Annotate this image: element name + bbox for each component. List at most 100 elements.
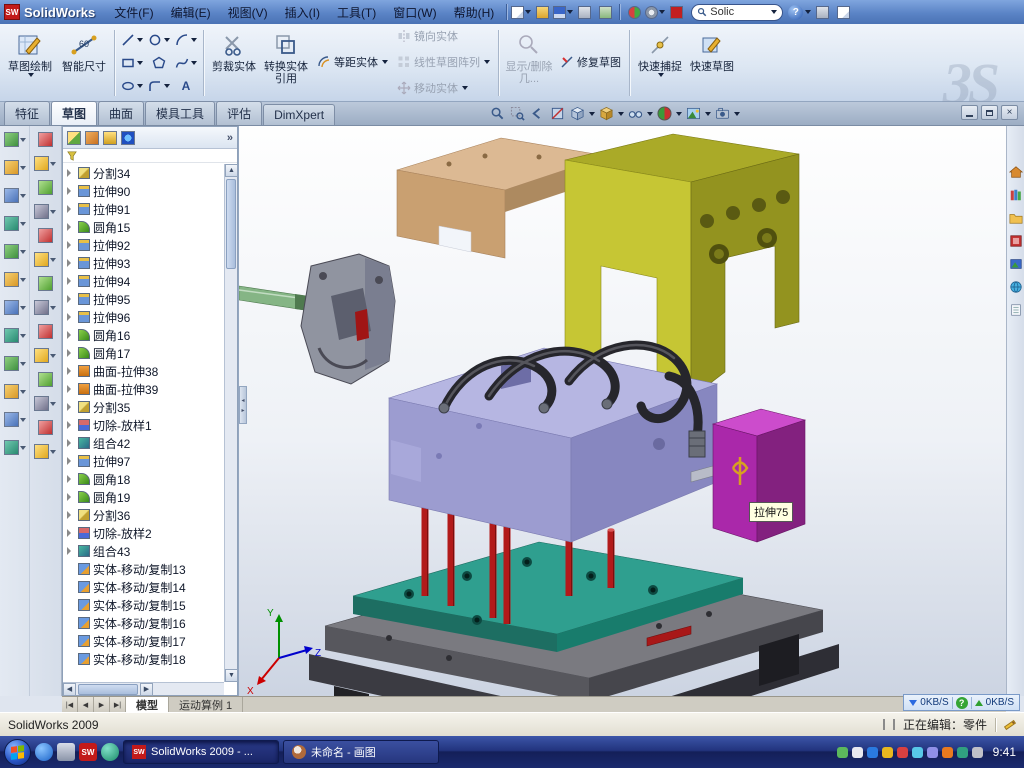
print-button[interactable]: [574, 2, 594, 22]
menu-item-window[interactable]: 窗口(W): [385, 1, 444, 24]
expand-arrow-icon[interactable]: [67, 259, 75, 267]
tree-item[interactable]: 组合43: [63, 542, 224, 560]
tray-icon[interactable]: [972, 747, 983, 758]
tray-icon[interactable]: [957, 747, 968, 758]
linear-sketch-pattern-button[interactable]: 线性草图阵列: [392, 51, 494, 73]
expand-arrow-icon[interactable]: [67, 295, 75, 303]
tray-icon[interactable]: [897, 747, 908, 758]
tab-surfaces[interactable]: 曲面: [98, 101, 144, 125]
solidworks-resources-icon[interactable]: [1008, 164, 1023, 179]
expand-arrow-icon[interactable]: [67, 349, 75, 357]
tree-item[interactable]: 拉伸95: [63, 290, 224, 308]
tray-icon[interactable]: [927, 747, 938, 758]
tray-icon[interactable]: [882, 747, 893, 758]
tree-item[interactable]: 拉伸96: [63, 308, 224, 326]
toolbar-options-button[interactable]: [833, 2, 853, 22]
quick-launch-browser-icon[interactable]: [35, 743, 53, 761]
tree-item[interactable]: 分割35: [63, 398, 224, 416]
undo-button[interactable]: [595, 2, 615, 22]
left-tool-button[interactable]: [4, 160, 26, 175]
sketch-fillet-button[interactable]: [146, 75, 172, 97]
panel-chevron-icon[interactable]: »: [227, 132, 233, 144]
tree-item[interactable]: 圆角19: [63, 488, 224, 506]
expand-arrow-icon[interactable]: [67, 421, 75, 429]
graphics-viewport[interactable]: Y Z X 拉伸75 ◂▸: [238, 126, 1006, 696]
expand-arrow-icon[interactable]: [67, 403, 75, 411]
menu-item-edit[interactable]: 编辑(E): [163, 1, 219, 24]
left-tool-button[interactable]: [38, 132, 53, 147]
minimize-icon[interactable]: [961, 105, 978, 120]
last-tab-button[interactable]: ▶|: [110, 697, 126, 712]
tree-item[interactable]: 实体-移动/复制17: [63, 632, 224, 650]
help-icon[interactable]: ?: [956, 697, 968, 709]
tree-vertical-scrollbar[interactable]: ▲ ▼: [224, 164, 237, 682]
panel-splitter[interactable]: ◂▸: [239, 386, 247, 424]
left-tool-button[interactable]: [34, 300, 56, 315]
search-input[interactable]: Solic: [710, 6, 734, 18]
chevron-down-icon[interactable]: [647, 112, 653, 116]
left-tool-button[interactable]: [4, 244, 26, 259]
left-tool-button[interactable]: [4, 188, 26, 203]
display-style-icon[interactable]: [597, 105, 615, 123]
filter-icon[interactable]: [67, 151, 77, 161]
left-tool-button[interactable]: [4, 384, 26, 399]
tray-icon[interactable]: [852, 747, 863, 758]
dimxpert-manager-icon[interactable]: [121, 131, 135, 145]
tree-item[interactable]: 拉伸97: [63, 452, 224, 470]
left-tool-button[interactable]: [38, 180, 53, 195]
left-tool-button[interactable]: [38, 372, 53, 387]
tree-item[interactable]: 拉伸92: [63, 236, 224, 254]
chevron-down-icon[interactable]: [734, 112, 740, 116]
tray-icon[interactable]: [942, 747, 953, 758]
tree-item[interactable]: 实体-移动/复制15: [63, 596, 224, 614]
chevron-down-icon[interactable]: [589, 112, 595, 116]
menu-item-insert[interactable]: 插入(I): [277, 1, 328, 24]
left-tool-button[interactable]: [4, 440, 26, 455]
expand-arrow-icon[interactable]: [67, 439, 75, 447]
tree-item[interactable]: 拉伸91: [63, 200, 224, 218]
model-part-magenta-block[interactable]: [713, 409, 805, 542]
tree-item[interactable]: 分割36: [63, 506, 224, 524]
scroll-right-arrow[interactable]: ▶: [140, 683, 153, 696]
tree-item[interactable]: 圆角15: [63, 218, 224, 236]
view-settings-icon[interactable]: [713, 105, 731, 123]
left-tool-button[interactable]: [38, 420, 53, 435]
left-tool-button[interactable]: [4, 356, 26, 371]
ellipse-tool-button[interactable]: [119, 75, 145, 97]
expand-arrow-icon[interactable]: [67, 313, 75, 321]
expand-arrow-icon[interactable]: [67, 547, 75, 555]
quick-launch-icon[interactable]: [101, 743, 119, 761]
tree-item[interactable]: 曲面-拉伸38: [63, 362, 224, 380]
restore-icon[interactable]: [981, 105, 998, 120]
rectangle-tool-button[interactable]: [119, 52, 145, 74]
smart-dimension-button[interactable]: 60 智能尺寸: [58, 27, 110, 97]
menu-item-help[interactable]: 帮助(H): [446, 1, 503, 24]
left-tool-button[interactable]: [34, 156, 56, 171]
expand-arrow-icon[interactable]: [67, 511, 75, 519]
polygon-tool-button[interactable]: [146, 52, 172, 74]
tab-motion-study[interactable]: 运动算例 1: [169, 697, 243, 712]
chevron-down-icon[interactable]: [676, 112, 682, 116]
scroll-left-arrow[interactable]: ◀: [63, 683, 76, 696]
fullscreen-button[interactable]: [812, 2, 832, 22]
configuration-manager-icon[interactable]: [103, 131, 117, 145]
text-tool-button[interactable]: A: [173, 75, 199, 97]
tree-item[interactable]: 切除-放样1: [63, 416, 224, 434]
expand-arrow-icon[interactable]: [67, 529, 75, 537]
previous-view-icon[interactable]: [528, 105, 546, 123]
left-tool-button[interactable]: [34, 252, 56, 267]
edit-appearance-icon[interactable]: [655, 105, 673, 123]
left-tool-button[interactable]: [4, 272, 26, 287]
tree-item[interactable]: 圆角17: [63, 344, 224, 362]
scrollbar-thumb[interactable]: [226, 179, 236, 269]
appearances-scenes-icon[interactable]: [1008, 256, 1023, 271]
expand-arrow-icon[interactable]: [67, 205, 75, 213]
section-view-icon[interactable]: [548, 105, 566, 123]
apply-scene-icon[interactable]: [684, 105, 702, 123]
left-tool-button[interactable]: [4, 300, 26, 315]
left-tool-button[interactable]: [4, 412, 26, 427]
tree-item[interactable]: 拉伸90: [63, 182, 224, 200]
repair-sketch-button[interactable]: 修复草图: [555, 51, 625, 73]
search-box[interactable]: Solic: [691, 4, 783, 21]
move-entities-button[interactable]: 移动实体: [392, 77, 494, 99]
